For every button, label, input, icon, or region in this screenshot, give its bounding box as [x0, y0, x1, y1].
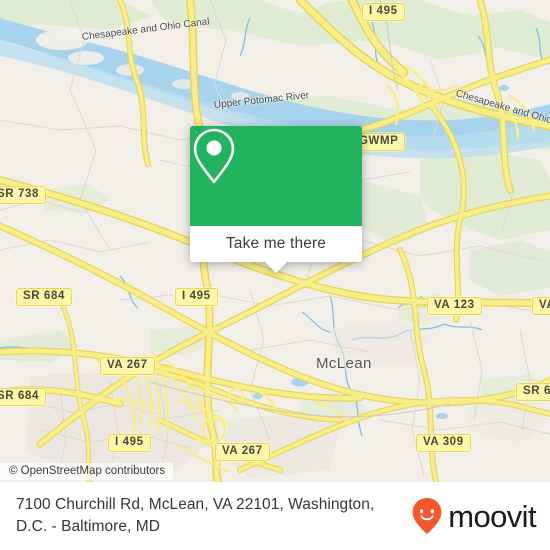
address-text: 7100 Churchill Rd, McLean, VA 22101, Was…	[16, 496, 375, 535]
shield-va267-lower[interactable]: VA 267	[215, 443, 270, 461]
shield-i495-north[interactable]: I 495	[362, 3, 405, 21]
shield-i495-mid[interactable]: I 495	[175, 288, 218, 306]
shield-sr684-upper[interactable]: SR 684	[16, 288, 72, 306]
map-pin-icon	[193, 128, 235, 184]
moovit-pin-icon	[412, 498, 442, 534]
shield-i495-south[interactable]: I 495	[108, 434, 151, 452]
location-popup[interactable]: Take me there	[190, 126, 362, 273]
map-canvas[interactable]: Chesapeake and Ohio Canal Upper Potomac …	[0, 0, 550, 482]
popup-header	[190, 126, 362, 226]
shield-sr738[interactable]: SR 738	[0, 186, 46, 204]
moovit-wordmark: moovit	[448, 498, 536, 534]
osm-attribution[interactable]: © OpenStreetMap contributors	[0, 463, 174, 480]
map-screenshot: Chesapeake and Ohio Canal Upper Potomac …	[0, 0, 550, 550]
popup-action[interactable]: Take me there	[190, 226, 362, 273]
shield-sr69[interactable]: SR 69	[516, 383, 550, 401]
shield-sr684-lower[interactable]: SR 684	[0, 388, 46, 406]
moovit-logo[interactable]: moovit	[411, 497, 550, 535]
popup-pointer-tail	[265, 262, 287, 273]
footer-bar: 7100 Churchill Rd, McLean, VA 22101, Was…	[0, 482, 550, 550]
take-me-there-label: Take me there	[225, 235, 327, 252]
shield-va-edge[interactable]: VA	[532, 297, 550, 315]
shield-va309[interactable]: VA 309	[416, 434, 471, 452]
shield-va123[interactable]: VA 123	[427, 297, 482, 315]
shield-va267-upper[interactable]: VA 267	[100, 357, 155, 375]
